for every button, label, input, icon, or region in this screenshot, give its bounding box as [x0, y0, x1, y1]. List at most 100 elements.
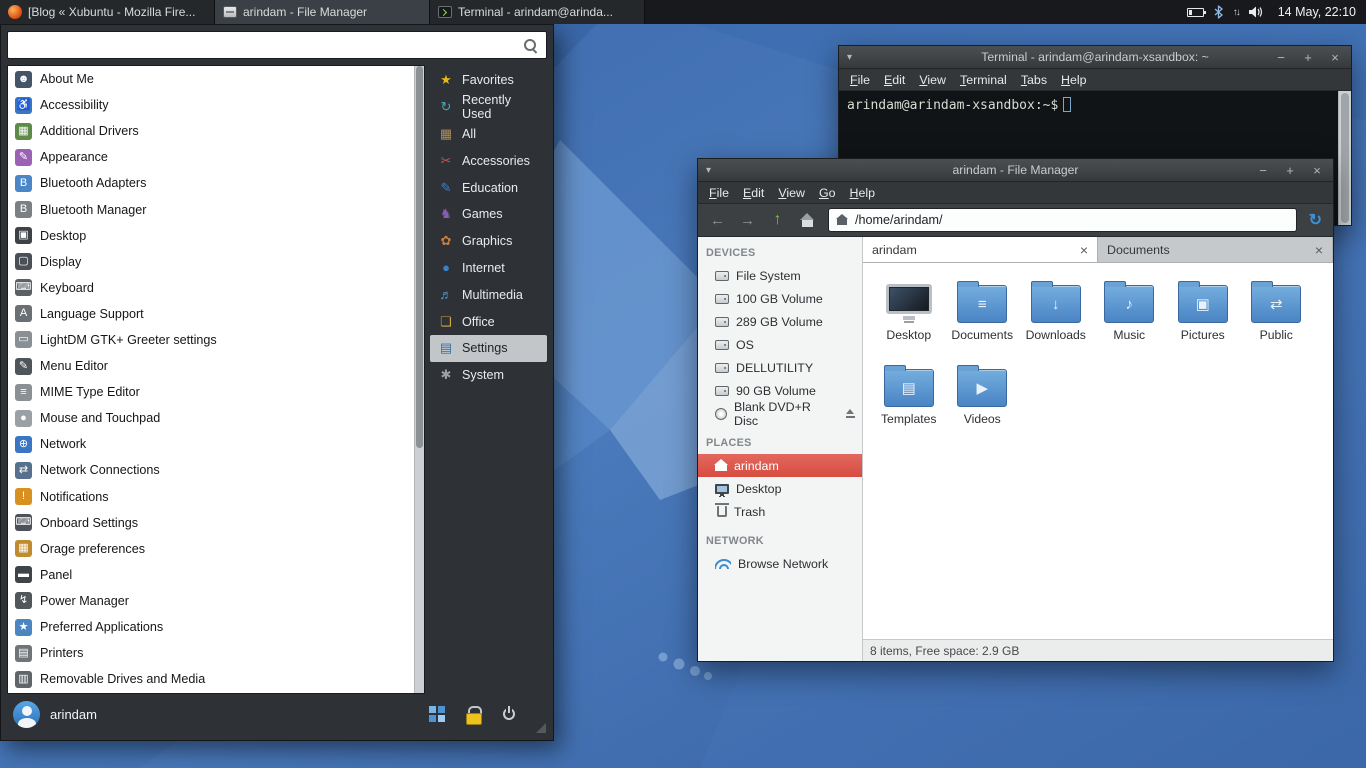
menu-app-accessibility[interactable]: ♿Accessibility [8, 92, 413, 118]
menu-app-panel[interactable]: ▬Panel [8, 562, 413, 588]
logout-button[interactable] [495, 700, 523, 728]
filemanager-menu-help[interactable]: Help [843, 183, 883, 203]
minimize-button[interactable]: − [1275, 51, 1287, 64]
terminal-menu-edit[interactable]: Edit [877, 70, 912, 90]
menu-app-network-connections[interactable]: ⇄Network Connections [8, 457, 413, 483]
sidebar-item-browse-network[interactable]: Browse Network [698, 552, 862, 575]
menu-app-keyboard[interactable]: ⌨Keyboard [8, 275, 413, 301]
sidebar-item-file-system[interactable]: File System [698, 264, 862, 287]
search-input[interactable] [8, 38, 523, 53]
menu-app-menu-editor[interactable]: ✎Menu Editor [8, 353, 413, 379]
category-internet[interactable]: ●Internet [430, 255, 547, 282]
minimize-button[interactable]: − [1257, 164, 1269, 177]
sidebar-item-desktop[interactable]: Desktop [698, 477, 862, 500]
category-education[interactable]: ✎Education [430, 174, 547, 201]
menu-app-about-me[interactable]: ☻About Me [8, 66, 413, 92]
sidebar-item-dellutility[interactable]: DELLUTILITY [698, 356, 862, 379]
category-settings[interactable]: ▤Settings [430, 335, 547, 362]
file-videos[interactable]: ▶Videos [946, 363, 1020, 447]
file-pictures[interactable]: ▣Pictures [1166, 279, 1240, 363]
bluetooth-indicator[interactable] [1214, 5, 1223, 19]
back-button[interactable]: ← [704, 208, 731, 233]
up-button[interactable]: ↑ [764, 208, 791, 233]
tab-close-icon[interactable]: × [1080, 243, 1088, 257]
maximize-button[interactable]: + [1302, 51, 1314, 64]
category-multimedia[interactable]: ♬Multimedia [430, 281, 547, 308]
home-button[interactable] [794, 208, 821, 233]
all-settings-button[interactable] [423, 700, 451, 728]
app-list-scrollbar[interactable] [414, 66, 424, 693]
file-desktop[interactable]: Desktop [872, 279, 946, 363]
menu-app-additional-drivers[interactable]: ▦Additional Drivers [8, 118, 413, 144]
menu-app-mime-type-editor[interactable]: ≡MIME Type Editor [8, 379, 413, 405]
taskbar-button-arindam-file-manager[interactable]: arindam - File Manager [215, 0, 430, 24]
lock-screen-button[interactable] [459, 700, 487, 728]
eject-icon[interactable] [845, 409, 856, 419]
category-all[interactable]: ▦All [430, 121, 547, 148]
sidebar-item-arindam[interactable]: arindam [698, 454, 862, 477]
menu-app-printers[interactable]: ▤Printers [8, 640, 413, 666]
menu-app-lightdm-gtk-greeter-settings[interactable]: ▭LightDM GTK+ Greeter settings [8, 327, 413, 353]
tab-documents[interactable]: Documents× [1098, 237, 1333, 262]
menu-app-orage-preferences[interactable]: ▦Orage preferences [8, 536, 413, 562]
menu-app-onboard-settings[interactable]: ⌨Onboard Settings [8, 510, 413, 536]
battery-indicator[interactable] [1187, 8, 1204, 17]
file-music[interactable]: ♪Music [1093, 279, 1167, 363]
taskbar-button-blog-xubuntu-mozilla-fire[interactable]: [Blog « Xubuntu - Mozilla Fire... [0, 0, 215, 24]
sidebar-item-blank-dvd-r-disc[interactable]: Blank DVD+R Disc [698, 402, 862, 425]
menu-app-mouse-and-touchpad[interactable]: ●Mouse and Touchpad [8, 405, 413, 431]
terminal-titlebar[interactable]: ▾ Terminal - arindam@arindam-xsandbox: ~… [839, 46, 1351, 69]
category-recently-used[interactable]: ↻Recently Used [430, 94, 547, 121]
menu-app-preferred-applications[interactable]: ★Preferred Applications [8, 614, 413, 640]
resize-grip[interactable] [536, 723, 546, 733]
terminal-menu-tabs[interactable]: Tabs [1014, 70, 1054, 90]
close-button[interactable]: × [1329, 51, 1341, 64]
menu-app-notifications[interactable]: !Notifications [8, 484, 413, 510]
filemanager-menu-view[interactable]: View [771, 183, 812, 203]
menu-app-network[interactable]: ⊕Network [8, 431, 413, 457]
terminal-menu-help[interactable]: Help [1054, 70, 1094, 90]
terminal-scrollbar[interactable] [1338, 91, 1351, 225]
menu-app-language-support[interactable]: ALanguage Support [8, 301, 413, 327]
file-templates[interactable]: ▤Templates [872, 363, 946, 447]
category-system[interactable]: ✱System [430, 362, 547, 389]
clock[interactable]: 14 May, 22:10 [1274, 5, 1356, 19]
forward-button[interactable]: → [734, 208, 761, 233]
file-documents[interactable]: ≡Documents [946, 279, 1020, 363]
file-downloads[interactable]: ↓Downloads [1019, 279, 1093, 363]
tab-close-icon[interactable]: × [1315, 243, 1323, 257]
file-manager-titlebar[interactable]: ▾ arindam - File Manager − + × [698, 159, 1333, 182]
category-office[interactable]: ❏Office [430, 308, 547, 335]
terminal-menu-file[interactable]: File [843, 70, 877, 90]
close-button[interactable]: × [1311, 164, 1323, 177]
icon-view[interactable]: Desktop≡Documents↓Downloads♪Music▣Pictur… [863, 263, 1333, 639]
menu-app-desktop[interactable]: ▣Desktop [8, 223, 413, 249]
terminal-menu-terminal[interactable]: Terminal [953, 70, 1014, 90]
category-accessories[interactable]: ✂Accessories [430, 147, 547, 174]
network-indicator[interactable]: ↑↓ [1233, 7, 1239, 18]
sidebar-item-289-gb-volume[interactable]: 289 GB Volume [698, 310, 862, 333]
refresh-button[interactable]: ↻ [1309, 210, 1322, 230]
taskbar-button-terminal-arindam-arinda[interactable]: Terminal - arindam@arinda... [430, 0, 645, 24]
tab-arindam[interactable]: arindam× [863, 237, 1098, 262]
file-public[interactable]: ⇄Public [1240, 279, 1314, 363]
path-entry[interactable]: /home/arindam/ [828, 208, 1297, 232]
menu-app-bluetooth-adapters[interactable]: BBluetooth Adapters [8, 170, 413, 196]
maximize-button[interactable]: + [1284, 164, 1296, 177]
menu-app-removable-drives-and-media[interactable]: ▥Removable Drives and Media [8, 666, 413, 692]
filemanager-menu-edit[interactable]: Edit [736, 183, 771, 203]
category-favorites[interactable]: ★Favorites [430, 67, 547, 94]
sidebar-item-os[interactable]: OS [698, 333, 862, 356]
sidebar-item-trash[interactable]: Trash [698, 500, 862, 523]
scrollbar-thumb[interactable] [416, 66, 423, 448]
scrollbar-thumb[interactable] [1341, 93, 1349, 223]
volume-indicator[interactable] [1249, 6, 1264, 18]
category-games[interactable]: ♞Games [430, 201, 547, 228]
filemanager-menu-go[interactable]: Go [812, 183, 843, 203]
window-menu-icon[interactable]: ▾ [847, 52, 852, 63]
window-menu-icon[interactable]: ▾ [706, 165, 711, 176]
filemanager-menu-file[interactable]: File [702, 183, 736, 203]
menu-app-appearance[interactable]: ✎Appearance [8, 144, 413, 170]
category-graphics[interactable]: ✿Graphics [430, 228, 547, 255]
menu-app-power-manager[interactable]: ↯Power Manager [8, 588, 413, 614]
